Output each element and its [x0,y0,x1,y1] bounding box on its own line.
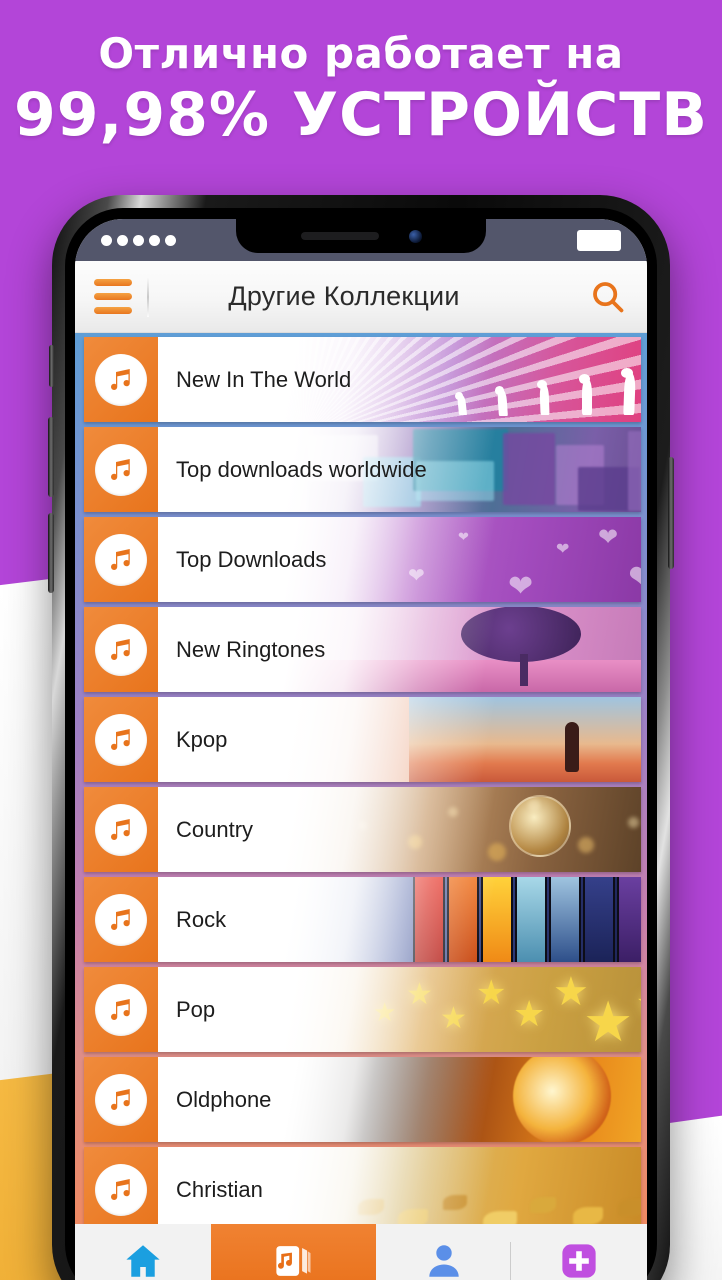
collection-thumb [84,787,158,872]
collection-body: Rock [158,877,641,962]
collection-body: Country [158,787,641,872]
phone-volume-down-button[interactable] [48,513,54,593]
collection-row[interactable]: Christian [84,1147,641,1232]
signal-strength-icon [101,234,176,246]
music-note-icon [95,623,147,676]
collection-thumb [84,337,158,422]
promo-headline: Отлично работает на 99,98% УСТРОЙСТВ [0,29,722,151]
nav-item-home[interactable] [75,1224,211,1280]
collection-label: Country [176,816,254,842]
add-plus-icon [558,1240,600,1280]
music-note-icon [95,713,147,766]
music-note-icon [95,353,147,406]
collection-body: Kpop [158,697,641,782]
phone-notch [236,219,486,253]
collections-icon [272,1240,314,1280]
collection-thumb [84,1147,158,1232]
home-icon [122,1240,164,1280]
artwork-fade-overlay [158,877,641,962]
promo-headline-line2: 99,98% УСТРОЙСТВ [14,80,708,151]
earpiece-speaker-icon [300,232,379,240]
collection-thumb [84,427,158,512]
music-note-icon [95,533,147,586]
collection-thumb [84,607,158,692]
collection-row[interactable]: New Ringtones [84,607,641,692]
music-note-icon [95,983,147,1036]
collection-body: Christian [158,1147,641,1232]
music-note-icon [95,803,147,856]
collection-label: Rock [176,906,227,932]
page-title: Другие Коллекции [228,281,460,311]
collection-thumb [84,877,158,962]
promo-headline-line1: Отлично работает на [98,29,624,78]
collection-label: Top Downloads [176,546,327,572]
collection-thumb [84,517,158,602]
collection-body: New Ringtones [158,607,641,692]
collection-row[interactable]: Rock [84,877,641,962]
phone-volume-up-button[interactable] [48,417,54,497]
collection-label: Kpop [176,726,228,752]
collection-row[interactable]: Oldphone [84,1057,641,1142]
phone-mockup: Другие Коллекции New In The World Top do… [48,195,674,1280]
collection-label: New Ringtones [176,636,326,662]
collection-label: New In The World [176,366,352,392]
collection-thumb [84,1057,158,1142]
artwork-fade-overlay [158,967,641,1052]
collection-label: Oldphone [176,1086,272,1112]
front-camera-icon [408,229,422,243]
phone-bezel: Другие Коллекции New In The World Top do… [65,208,657,1280]
collection-body: New In The World [158,337,641,422]
battery-icon [577,229,621,251]
collection-row[interactable]: ❤❤❤❤❤❤❤ Top Downloads [84,517,641,602]
collection-body: Top downloads worldwide [158,427,641,512]
music-note-icon [95,1073,147,1126]
collections-list[interactable]: New In The World Top downloads worldwide… [75,333,647,1232]
collection-row[interactable]: Kpop [84,697,641,782]
collection-thumb [84,697,158,782]
collection-row[interactable]: ★★★★★★★★★ Pop [84,967,641,1052]
collection-body: ❤❤❤❤❤❤❤ Top Downloads [158,517,641,602]
collection-row[interactable]: Country [84,787,641,872]
collection-body: ★★★★★★★★★ Pop [158,967,641,1052]
music-note-icon [95,893,147,946]
nav-item-person[interactable] [375,1224,512,1280]
music-note-icon [95,1163,147,1216]
collection-thumb [84,967,158,1052]
nav-item-collections[interactable] [210,1224,376,1280]
music-note-icon [95,443,147,496]
phone-power-button[interactable] [668,457,674,569]
artwork-fade-overlay [158,697,641,782]
collection-body: Oldphone [158,1057,641,1142]
phone-silent-switch[interactable] [49,345,54,387]
collection-row[interactable]: Top downloads worldwide [84,427,641,512]
bottom-navigation-bar[interactable] [75,1224,647,1280]
phone-screen: Другие Коллекции New In The World Top do… [75,219,647,1280]
collection-label: Top downloads worldwide [176,456,427,482]
status-bar [75,219,647,261]
collection-label: Pop [176,996,216,1022]
search-icon[interactable] [569,278,647,316]
person-icon [423,1240,465,1280]
nav-item-add-plus[interactable] [511,1224,647,1280]
collection-row[interactable]: New In The World [84,337,641,422]
app-header: Другие Коллекции [75,261,647,333]
collection-label: Christian [176,1176,263,1202]
